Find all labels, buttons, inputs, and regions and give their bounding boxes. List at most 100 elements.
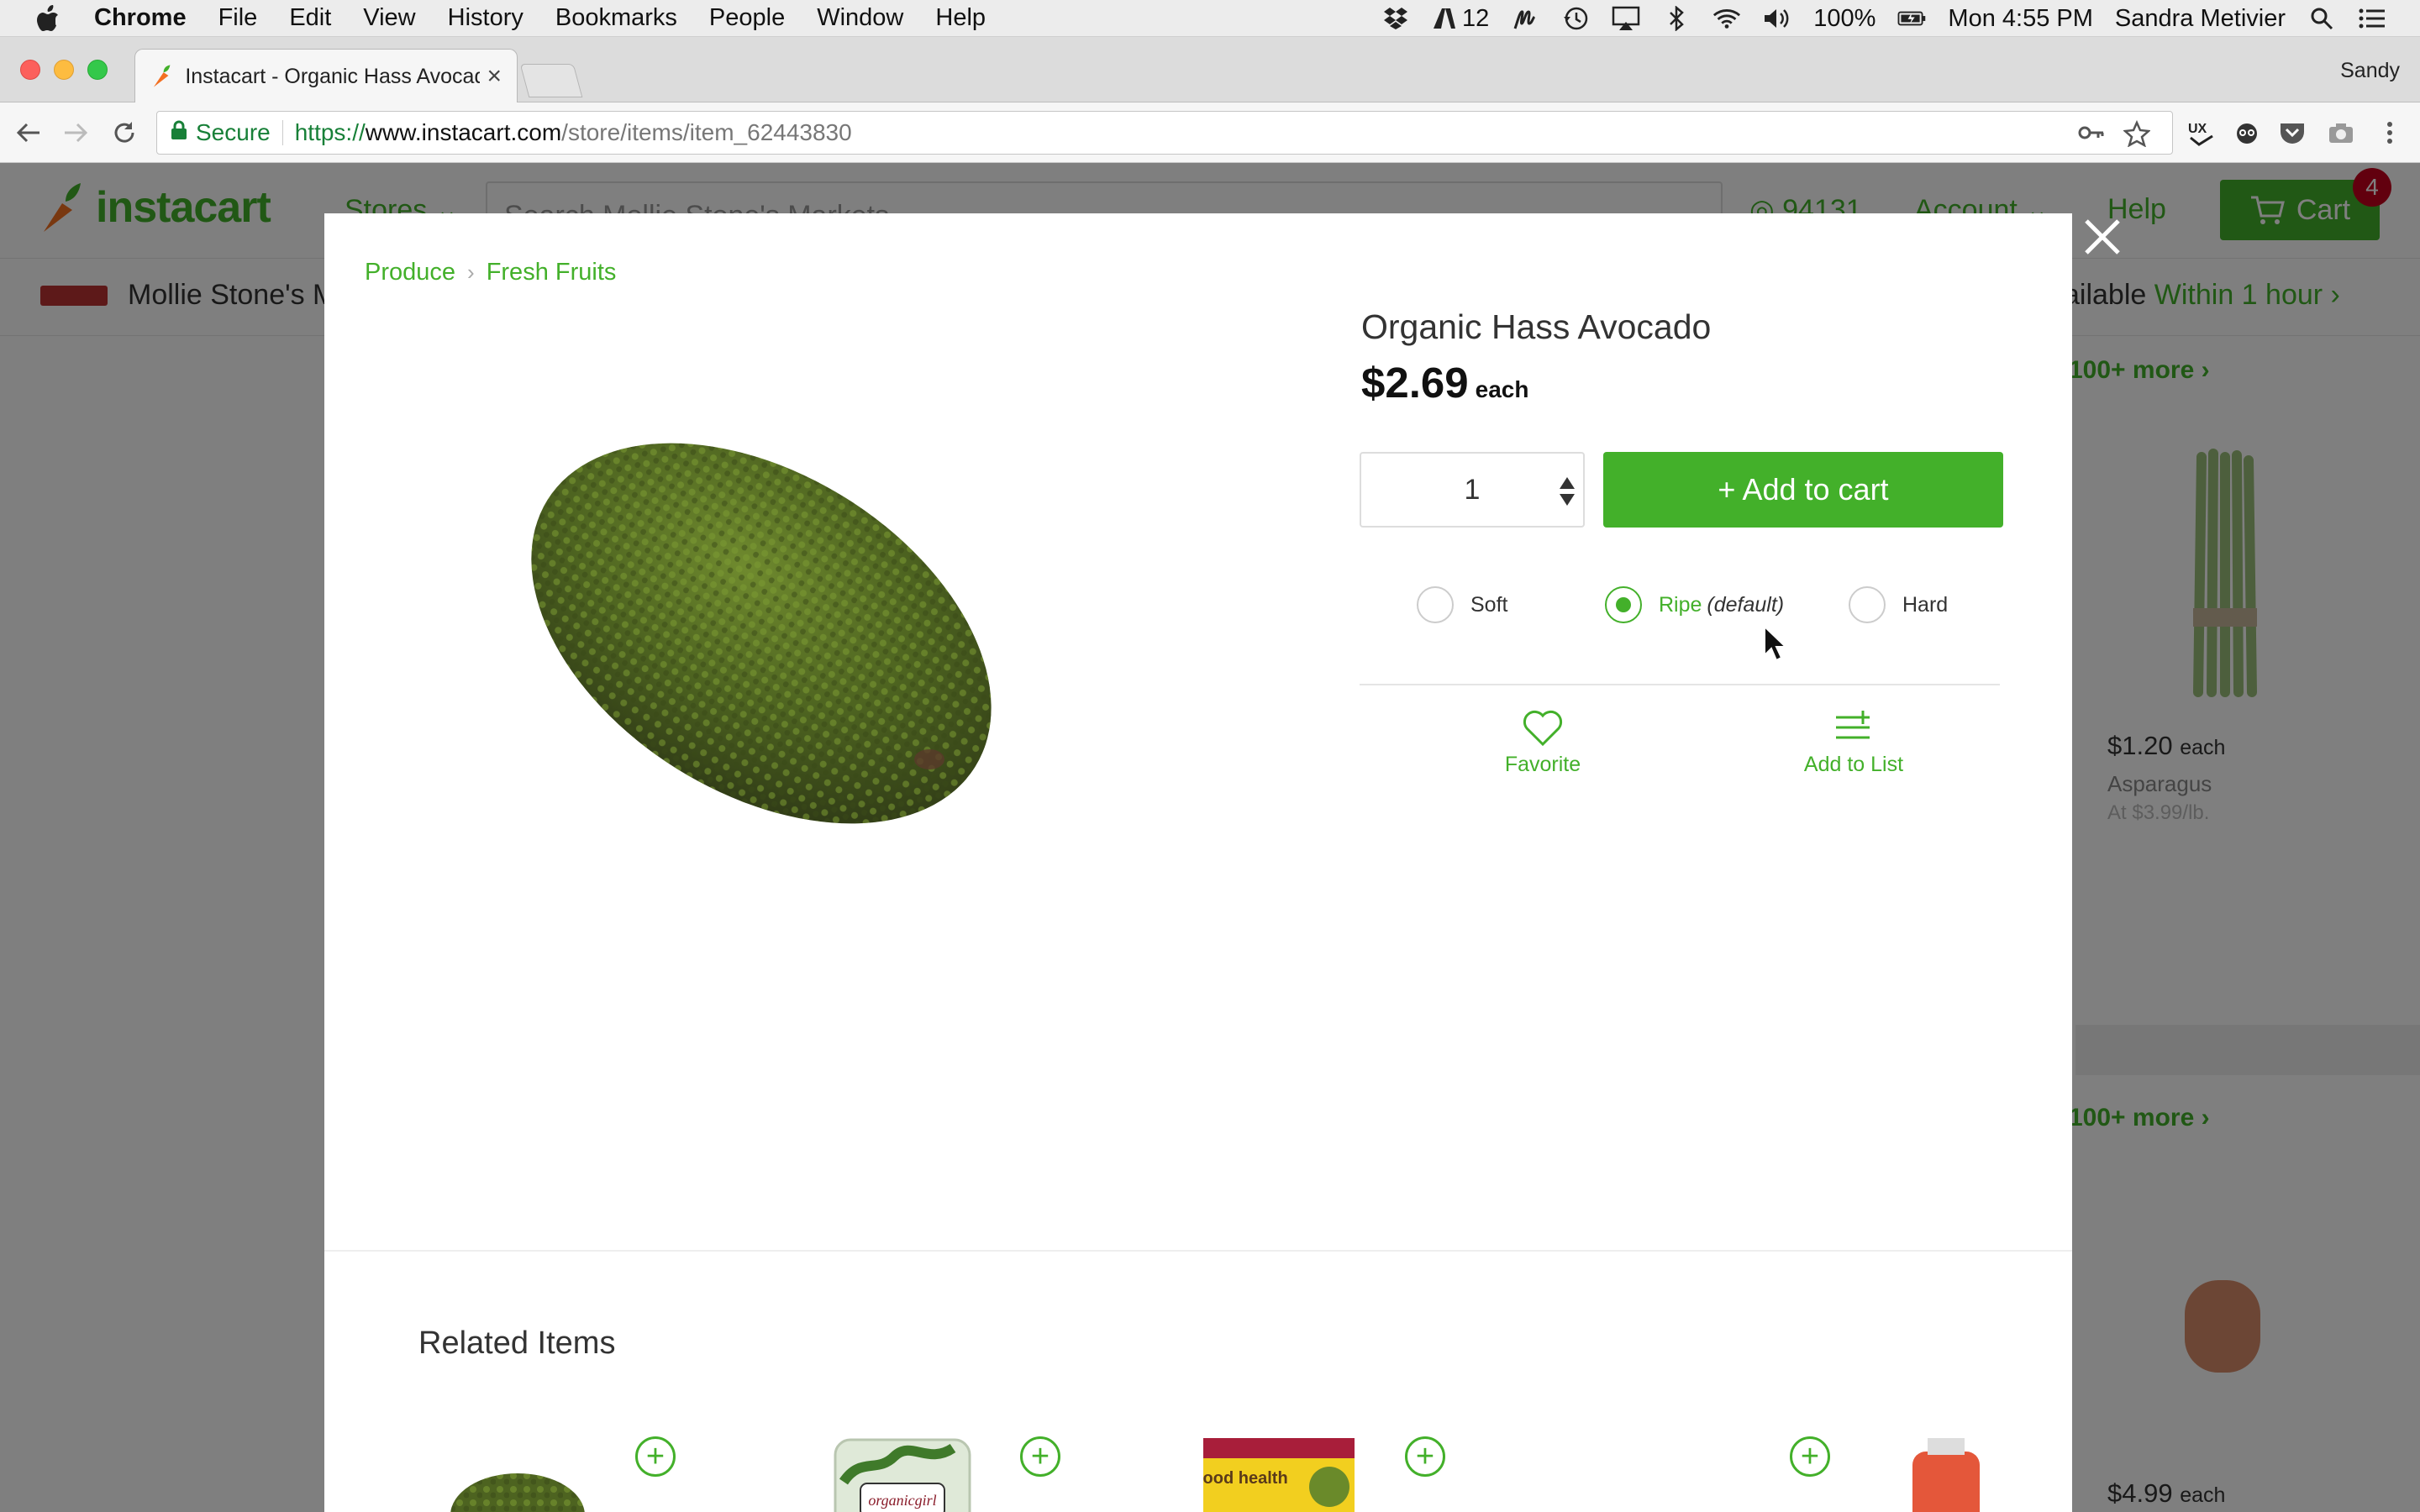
menu-clock[interactable]: Mon 4:55 PM (1948, 5, 2092, 33)
new-tab-button[interactable] (519, 64, 583, 97)
favorite-label: Favorite (1504, 753, 1581, 776)
wifi-icon[interactable] (1712, 4, 1741, 33)
mouse-cursor-icon (1764, 625, 1788, 662)
bluetooth-icon[interactable] (1662, 4, 1691, 33)
window-minimize-button[interactable] (54, 60, 74, 80)
window-close-button[interactable] (20, 60, 40, 80)
quantity-value: 1 (1464, 473, 1481, 506)
favorite-button[interactable]: Favorite (1476, 704, 1610, 777)
radio-ripe[interactable] (1605, 586, 1642, 623)
url-host: www.instacart.com (365, 119, 562, 145)
ripeness-label-hard: Hard (1902, 592, 1949, 617)
ripeness-option-hard[interactable]: Hard (1849, 585, 1948, 625)
notification-count: 12 (1461, 4, 1490, 32)
quantity-stepper[interactable]: 1 (1360, 452, 1585, 528)
ripeness-label-soft: Soft (1470, 592, 1508, 617)
url-scheme: https:// (294, 119, 366, 145)
menu-view[interactable]: View (363, 4, 415, 32)
battery-percent[interactable]: 100% (1813, 5, 1876, 33)
lock-icon (171, 119, 187, 146)
airplay-icon[interactable] (1612, 4, 1640, 33)
spotlight-search-icon[interactable] (2307, 4, 2336, 33)
related-item-avocado-image[interactable] (442, 1431, 593, 1512)
related-item-add-button-1[interactable]: + (635, 1436, 676, 1477)
address-bar[interactable]: Secure https:// www.instacart.com /store… (156, 111, 2173, 155)
menu-history[interactable]: History (448, 4, 523, 32)
ux-extension-icon[interactable]: UX (2186, 118, 2217, 148)
add-to-cart-button[interactable]: + Add to cart (1603, 452, 2003, 528)
related-item-chips-image[interactable]: good health (1203, 1431, 1355, 1512)
section-divider (324, 1250, 2072, 1252)
product-price: $2.69 (1361, 359, 1469, 407)
menu-edit[interactable]: Edit (289, 4, 331, 32)
menu-people[interactable]: People (709, 4, 785, 32)
add-to-list-label: Add to List (1803, 753, 1904, 776)
browser-toolbar: Secure https:// www.instacart.com /store… (0, 102, 2420, 163)
related-item-add-button-3[interactable]: + (1405, 1436, 1445, 1477)
raccoon-extension-icon[interactable] (2232, 118, 2262, 148)
price-row: $2.69 each (1361, 358, 1528, 407)
ripeness-default-note: (default) (1707, 592, 1785, 617)
related-item-add-button-4[interactable]: + (1790, 1436, 1830, 1477)
url-path: /store/items/item_62443830 (561, 119, 852, 145)
ripeness-option-soft[interactable]: Soft (1417, 585, 1507, 625)
breadcrumb-fresh-fruits[interactable]: Fresh Fruits (487, 259, 617, 286)
volume-icon[interactable] (1763, 4, 1791, 33)
script-m-icon[interactable] (1511, 4, 1539, 33)
battery-icon[interactable] (1897, 4, 1926, 33)
ripeness-label-ripe: Ripe (1659, 592, 1702, 617)
menu-file[interactable]: File (218, 4, 258, 32)
tab-close-icon[interactable]: × (487, 62, 502, 91)
breadcrumb-produce[interactable]: Produce (365, 259, 455, 286)
reload-icon[interactable] (109, 118, 139, 148)
secure-label: Secure (196, 119, 271, 145)
address-separator (281, 120, 283, 145)
instacart-favicon-icon (153, 65, 171, 87)
chrome-menu-icon[interactable] (2375, 118, 2405, 148)
tab-instacart[interactable]: Instacart - Organic Hass Avocado × (134, 49, 518, 103)
menu-window[interactable]: Window (817, 4, 903, 32)
dropbox-icon[interactable] (1381, 4, 1410, 33)
product-modal: Produce › Fresh Fruits Organic Hass Avoc… (324, 213, 2072, 1512)
menu-user[interactable]: Sandra Metivier (2115, 5, 2286, 33)
modal-close-button[interactable] (2079, 213, 2126, 260)
profile-name[interactable]: Sandy (2340, 59, 2400, 83)
svg-text:UX: UX (2188, 122, 2207, 136)
add-to-list-button[interactable]: Add to List (1786, 704, 1921, 777)
close-icon (2085, 219, 2120, 255)
price-unit: each (1475, 376, 1529, 402)
notification-center-icon[interactable] (2358, 4, 2386, 33)
related-item-greens-image[interactable]: organicgirl (827, 1431, 978, 1512)
product-title: Organic Hass Avocado (1361, 307, 1712, 346)
camera-extension-icon[interactable] (2326, 118, 2356, 148)
chevron-right-icon: › (467, 260, 475, 285)
browser-tab-bar: Instacart - Organic Hass Avocado × Sandy (0, 37, 2420, 103)
key-icon[interactable] (2078, 120, 2105, 151)
divider (1360, 684, 2000, 685)
window-zoom-button[interactable] (87, 60, 108, 80)
notification-counter[interactable]: 12 (1432, 5, 1489, 33)
menu-help[interactable]: Help (935, 4, 986, 32)
related-item-2-brand: organicgirl (868, 1492, 936, 1509)
radio-hard[interactable] (1849, 586, 1886, 623)
related-item-bottle-image[interactable] (1904, 1431, 2072, 1512)
mac-menu-bar: Chrome File Edit View History Bookmarks … (0, 0, 2420, 37)
apple-icon[interactable] (34, 4, 62, 33)
heart-icon (1523, 704, 1563, 753)
adobe-icon (1433, 8, 1455, 29)
ripeness-option-ripe[interactable]: Ripe (default) (1605, 585, 1784, 625)
radio-soft[interactable] (1417, 586, 1454, 623)
stepper-arrows-icon[interactable] (1558, 475, 1576, 507)
add-list-icon (1834, 704, 1873, 753)
related-item-3-brand: good health (1203, 1469, 1288, 1488)
bookmark-star-icon[interactable] (2123, 119, 2151, 153)
back-icon[interactable] (13, 118, 44, 148)
forward-icon[interactable] (60, 118, 91, 148)
related-items-heading: Related Items (418, 1326, 616, 1361)
pocket-icon[interactable] (2277, 118, 2307, 148)
time-machine-icon[interactable] (1561, 4, 1590, 33)
menu-app-name[interactable]: Chrome (94, 4, 187, 32)
menu-bookmarks[interactable]: Bookmarks (555, 4, 677, 32)
related-item-add-button-2[interactable]: + (1020, 1436, 1060, 1477)
product-image-avocado (531, 443, 992, 824)
